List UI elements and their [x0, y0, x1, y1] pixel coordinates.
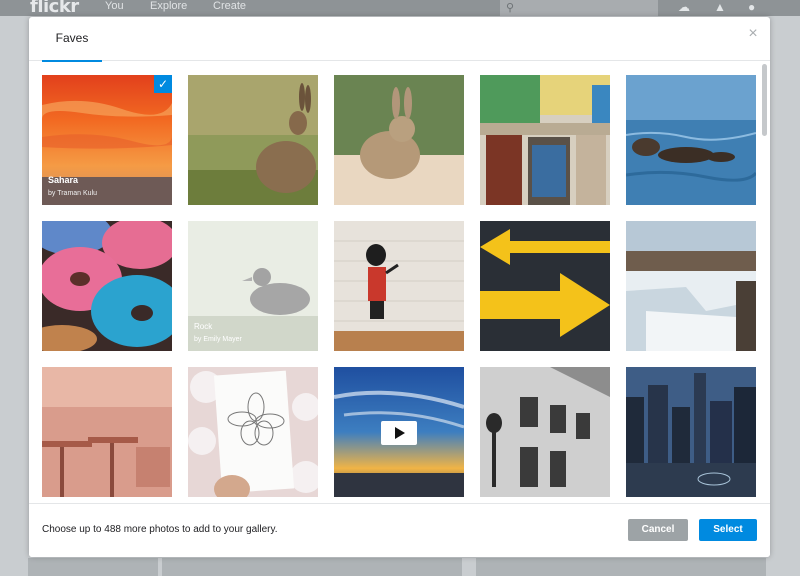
nav-create: Create [213, 0, 247, 12]
modal-tabs: Faves × [29, 17, 770, 62]
photo-tile-city-night[interactable] [626, 367, 756, 497]
flower-sketch-photo [188, 367, 318, 497]
photo-tile-rabbit[interactable] [334, 75, 464, 205]
background-photo-strip [28, 558, 158, 576]
search-icon: ⚲ [506, 2, 515, 14]
sea-otter-photo [626, 75, 756, 205]
hare-in-grass-photo [188, 75, 318, 205]
sunset-desert-photo [42, 75, 172, 205]
waterfall-photo [626, 221, 756, 351]
background-photo-strip [476, 558, 766, 576]
foggy-cafe-photo [42, 367, 172, 497]
photo-owner: by Emily Mayer [194, 336, 242, 343]
remaining-photos-message: Choose up to 488 more photos to add to y… [42, 524, 278, 535]
select-button[interactable]: Select [699, 519, 757, 541]
donuts-photo [42, 221, 172, 351]
upload-cloud-icon: ☁ [678, 0, 690, 14]
photo-tile-bw-building[interactable] [480, 367, 610, 497]
flickr-logo: flickr [30, 0, 79, 17]
photo-tile-hare-grass[interactable] [188, 75, 318, 205]
photo-grid: ✓ Sahara by Traman Kulu Rock by Emily Ma… [29, 62, 770, 503]
search-bar: ⚲ [500, 0, 658, 16]
avatar: ● [748, 0, 756, 14]
flickr-header: flickr You Explore Create ⚲ ☁ ▲ ● [0, 0, 800, 17]
old-building-photo [480, 75, 610, 205]
photo-tile-sahara[interactable]: ✓ Sahara by Traman Kulu [42, 75, 172, 205]
photo-tile-cafe[interactable] [42, 367, 172, 497]
photo-tile-drawing[interactable] [188, 367, 318, 497]
grid-scrollbar[interactable] [762, 64, 767, 136]
nav-explore: Explore [150, 0, 188, 12]
road-arrows-photo [480, 221, 610, 351]
photo-tile-building[interactable] [480, 75, 610, 205]
photo-tile-rock[interactable]: Rock by Emily Mayer [188, 221, 318, 351]
city-at-dusk-photo [626, 367, 756, 497]
tile-hover-overlay [188, 221, 318, 351]
tab-faves[interactable]: Faves [42, 17, 102, 62]
selected-check-icon: ✓ [154, 75, 172, 93]
rabbit-photo [334, 75, 464, 205]
graffiti-girl-photo [334, 221, 464, 351]
photo-tile-waterfall[interactable] [626, 221, 756, 351]
cancel-button[interactable]: Cancel [628, 519, 688, 541]
photo-tile-donuts[interactable] [42, 221, 172, 351]
photo-title: Rock [194, 322, 213, 331]
nav-you: You [105, 0, 124, 12]
tab-faves-label: Faves [55, 31, 89, 45]
photo-tile-graffiti[interactable] [334, 221, 464, 351]
modal-footer: Choose up to 488 more photos to add to y… [29, 503, 770, 557]
notifications-bell-icon: ▲ [714, 0, 726, 14]
photo-tile-otter[interactable] [626, 75, 756, 205]
photo-tile-video-sky[interactable] [334, 367, 464, 497]
close-icon[interactable]: × [745, 26, 761, 42]
photo-tile-arrows[interactable] [480, 221, 610, 351]
background-photo-strip [162, 558, 462, 576]
black-white-building-photo [480, 367, 610, 497]
gallery-picker-modal: Faves × ✓ Sahara by Traman Kulu Rock by … [29, 17, 770, 557]
photo-owner: by Traman Kulu [48, 190, 98, 197]
photo-title: Sahara [48, 175, 79, 185]
play-video-icon [381, 421, 417, 445]
